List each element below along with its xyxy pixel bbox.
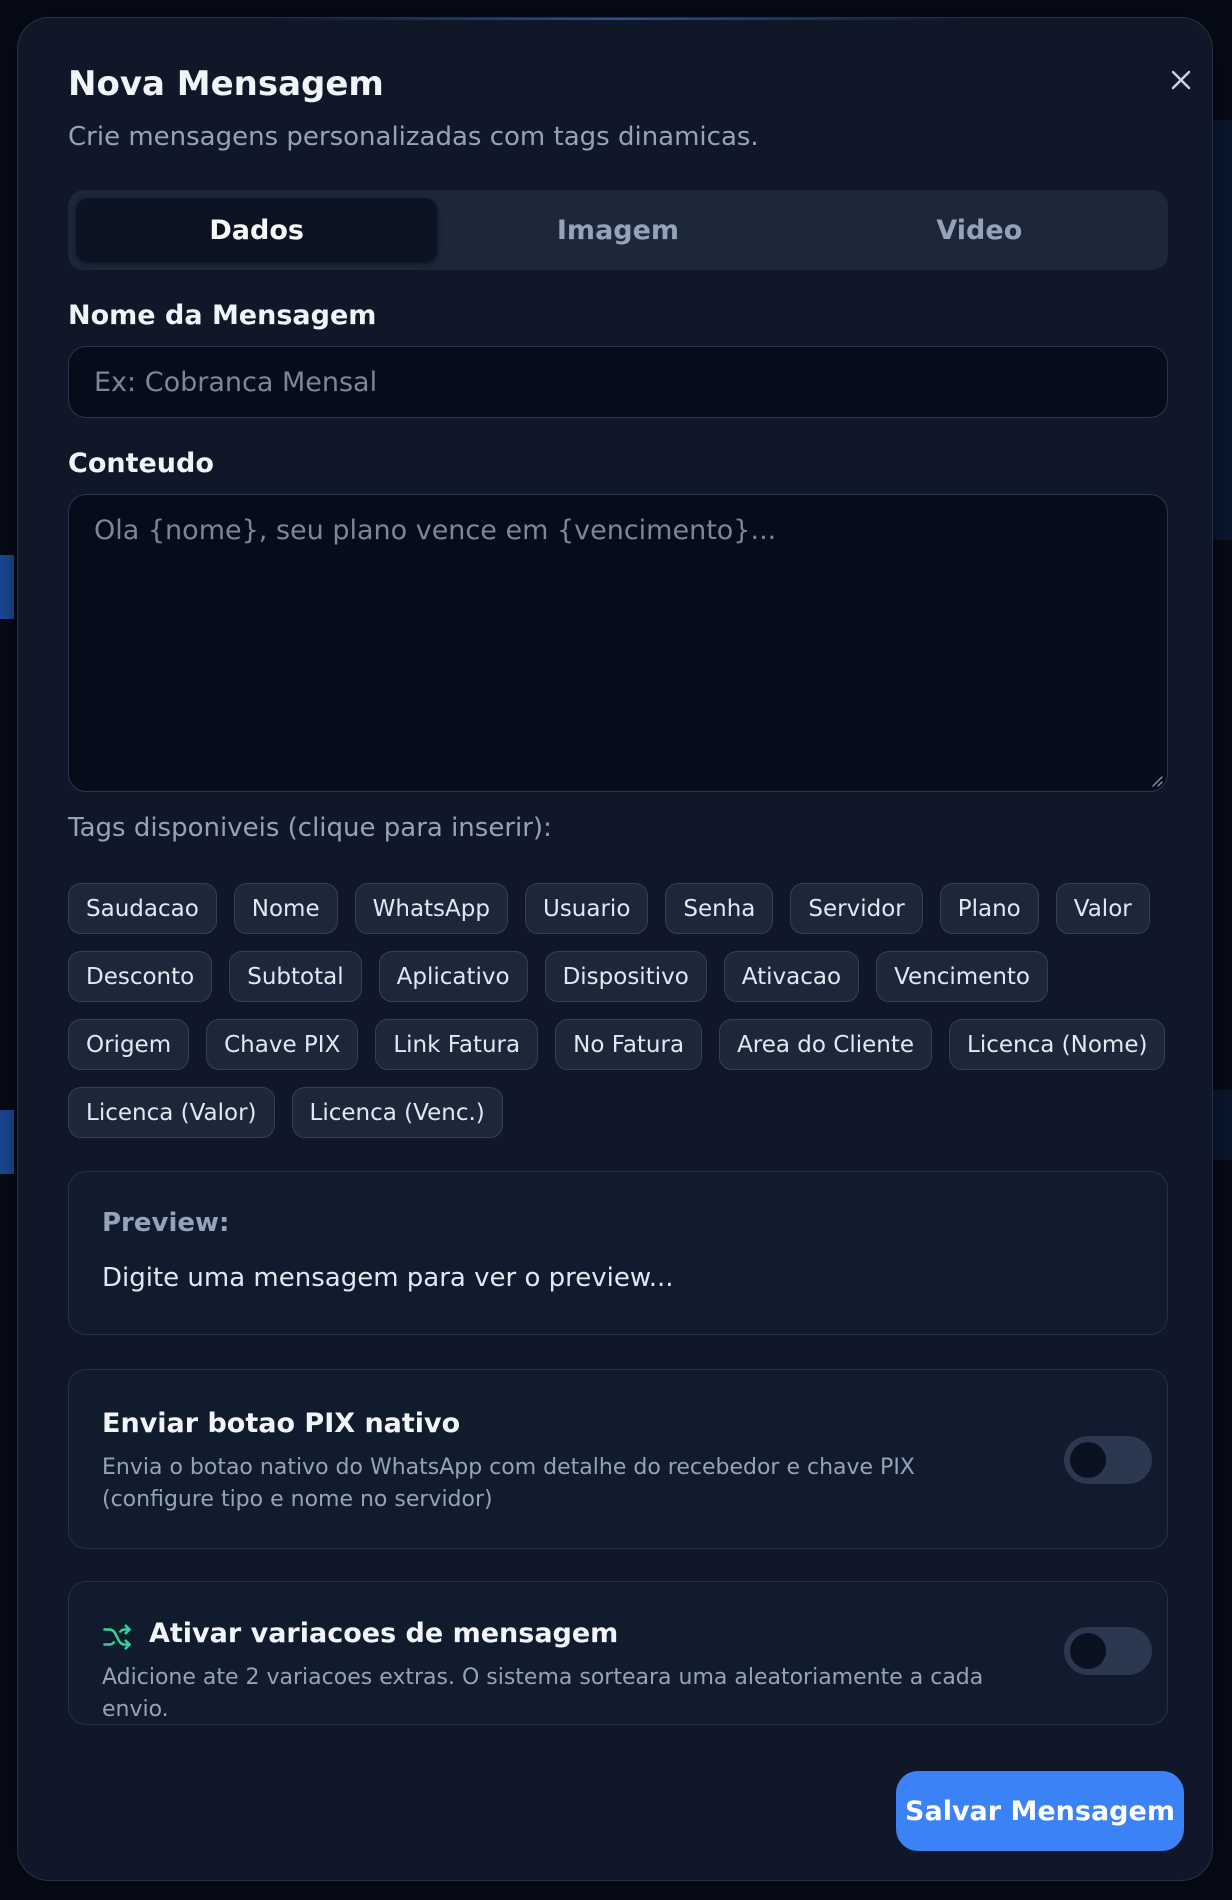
variations-option-card: Ativar variacoes de mensagem Adicione at… [68, 1581, 1168, 1725]
dialog-top-glow [268, 18, 968, 20]
pix-option-description: Envia o botao nativo do WhatsApp com det… [102, 1455, 915, 1512]
tag-chip-plano[interactable]: Plano [939, 883, 1039, 934]
tag-chip-usuario[interactable]: Usuario [524, 883, 649, 934]
background-active-item [0, 555, 14, 619]
tab-dados[interactable]: Dados [76, 198, 438, 262]
tag-chip-licenca-valor[interactable]: Licenca (Valor) [68, 1087, 275, 1138]
pix-toggle[interactable] [1064, 1436, 1152, 1484]
tag-chip-saudacao[interactable]: Saudacao [68, 883, 217, 934]
tab-bar: Dados Imagem Video [68, 190, 1168, 270]
toggle-knob [1070, 1442, 1106, 1478]
pix-option-title: Enviar botao PIX nativo [102, 1408, 461, 1439]
tab-imagem[interactable]: Imagem [437, 198, 798, 262]
tag-chip-valor[interactable]: Valor [1055, 883, 1150, 934]
tag-chip-licenca-nome[interactable]: Licenca (Nome) [949, 1019, 1166, 1070]
tab-video[interactable]: Video [799, 198, 1160, 262]
message-name-label: Nome da Mensagem [68, 300, 377, 331]
tag-chip-chave-pix[interactable]: Chave PIX [206, 1019, 359, 1070]
variations-toggle[interactable] [1064, 1627, 1152, 1675]
tag-chip-aplicativo[interactable]: Aplicativo [378, 951, 528, 1002]
tag-chip-dispositivo[interactable]: Dispositivo [544, 951, 707, 1002]
close-icon [1171, 70, 1191, 90]
tags-label: Tags disponiveis (clique para inserir): [68, 813, 552, 843]
dialog-subtitle: Crie mensagens personalizadas com tags d… [68, 122, 759, 152]
message-name-input[interactable] [68, 346, 1168, 418]
variations-option-description: Adicione ate 2 variacoes extras. O siste… [102, 1665, 984, 1722]
tag-list: Saudacao Nome WhatsApp Usuario Senha Ser… [68, 883, 1178, 1138]
new-message-dialog: Nova Mensagem Crie mensagens personaliza… [17, 17, 1213, 1881]
content-label: Conteudo [68, 448, 214, 479]
preview-label: Preview: [102, 1208, 230, 1238]
tag-chip-area-do-cliente[interactable]: Area do Cliente [719, 1019, 933, 1070]
shuffle-icon [103, 1624, 131, 1650]
tag-chip-link-fatura[interactable]: Link Fatura [375, 1019, 539, 1070]
pix-option-card: Enviar botao PIX nativo Envia o botao na… [68, 1369, 1168, 1549]
tag-chip-nome[interactable]: Nome [233, 883, 338, 934]
background-active-item [0, 1110, 14, 1174]
resize-handle-icon[interactable] [1151, 775, 1163, 787]
tag-chip-senha[interactable]: Senha [665, 883, 774, 934]
tag-chip-licenca-venc[interactable]: Licenca (Venc.) [291, 1087, 503, 1138]
toggle-knob [1070, 1633, 1106, 1669]
tag-chip-origem[interactable]: Origem [68, 1019, 190, 1070]
preview-text: Digite uma mensagem para ver o preview..… [102, 1263, 674, 1293]
tag-chip-ativacao[interactable]: Ativacao [723, 951, 860, 1002]
preview-panel: Preview: Digite uma mensagem para ver o … [68, 1171, 1168, 1335]
tag-chip-desconto[interactable]: Desconto [68, 951, 213, 1002]
tag-chip-subtotal[interactable]: Subtotal [229, 951, 362, 1002]
dialog-title: Nova Mensagem [68, 64, 384, 104]
close-button[interactable] [1153, 52, 1209, 108]
save-message-button[interactable]: Salvar Mensagem [896, 1771, 1184, 1851]
content-textarea[interactable] [68, 494, 1168, 792]
tag-chip-servidor[interactable]: Servidor [790, 883, 923, 934]
tag-chip-vencimento[interactable]: Vencimento [876, 951, 1048, 1002]
tag-chip-no-fatura[interactable]: No Fatura [555, 1019, 703, 1070]
variations-option-title: Ativar variacoes de mensagem [149, 1618, 619, 1649]
tag-chip-whatsapp[interactable]: WhatsApp [354, 883, 508, 934]
